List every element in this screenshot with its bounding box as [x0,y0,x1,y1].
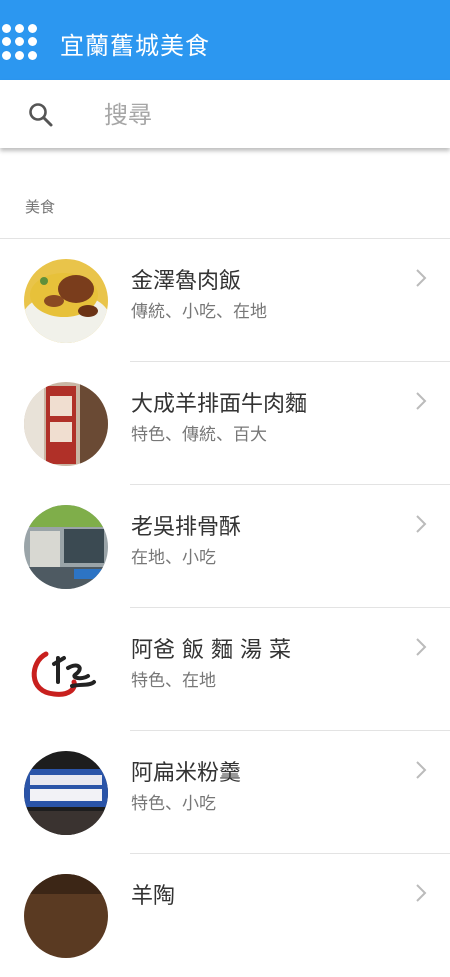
item-tags: 特色、小吃 [131,794,216,814]
chevron-right-icon [416,884,427,902]
list-item[interactable]: 阿扁米粉羹 特色、小吃 [0,731,450,854]
chevron-right-icon [416,269,427,287]
avatar [24,751,108,835]
chevron-right-icon [416,761,427,779]
item-tags: 特色、在地 [131,671,216,691]
item-tags: 在地、小吃 [131,548,216,568]
list-item[interactable]: 老吳排骨酥 在地、小吃 [0,485,450,608]
list-item[interactable]: 大成羊排面牛肉麵 特色、傳統、百大 [0,362,450,485]
item-tags: 傳統、小吃、在地 [131,302,267,322]
search-bar [0,80,450,148]
avatar [24,505,108,589]
list-item[interactable]: 羊陶 [0,854,450,977]
item-name: 老吳排骨酥 [131,515,242,540]
item-tags: 特色、傳統、百大 [131,425,267,445]
list-item[interactable]: 阿爸 飯 麵 湯 菜 特色、在地 [0,608,450,731]
section-title: 美食 [25,198,56,216]
avatar [24,874,108,958]
item-name: 羊陶 [131,884,176,909]
item-name: 大成羊排面牛肉麵 [131,392,308,417]
item-name: 阿扁米粉羹 [131,761,242,786]
restaurant-list: 金澤魯肉飯 傳統、小吃、在地 大成羊排面牛肉麵 特色、傳統、百大 老吳排骨酥 在… [0,239,450,977]
chevron-right-icon [416,392,427,410]
item-name: 阿爸 飯 麵 湯 菜 [131,638,291,663]
list-item[interactable]: 金澤魯肉飯 傳統、小吃、在地 [0,239,450,362]
app-title: 宜蘭舊城美食 [60,32,210,60]
item-name: 金澤魯肉飯 [131,269,242,294]
avatar [24,628,108,712]
chevron-right-icon [416,638,427,656]
chevron-right-icon [416,515,427,533]
avatar [24,382,108,466]
app-bar: 宜蘭舊城美食 [0,0,450,80]
search-input[interactable] [104,98,424,132]
search-icon[interactable] [28,102,54,128]
avatar [24,259,108,343]
apps-grid-icon[interactable] [2,24,38,60]
